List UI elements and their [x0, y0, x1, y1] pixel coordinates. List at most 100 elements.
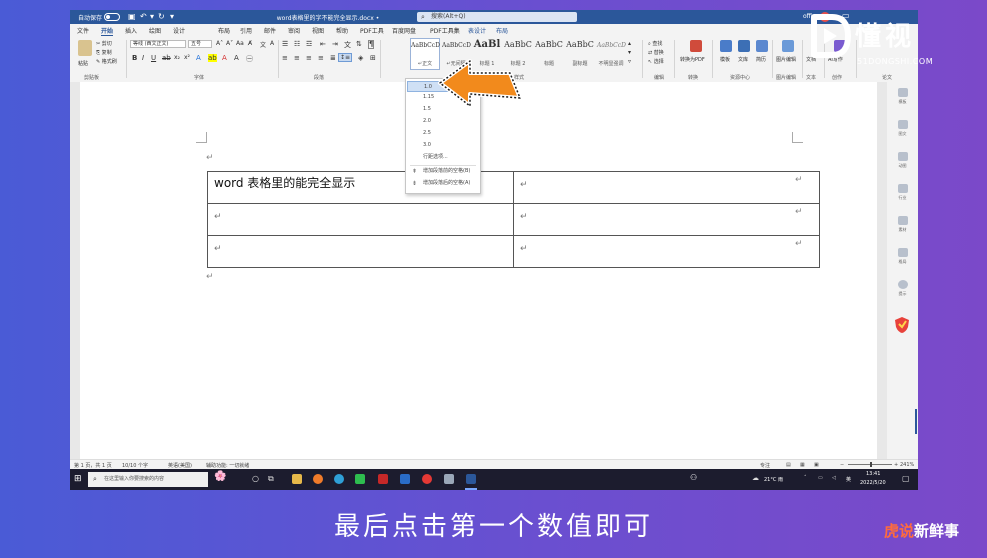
styles-more-icon[interactable]: ▿	[628, 58, 631, 65]
customize-toolbar-icon[interactable]: ▾	[170, 12, 174, 22]
taskbar-search[interactable]: ⌕ 在这里输入你要搜索的内容	[88, 472, 208, 487]
blue-app-icon[interactable]	[400, 474, 410, 484]
people-icon[interactable]: ⚇	[690, 473, 697, 482]
font-color-icon[interactable]: A	[222, 54, 227, 62]
zoom-level[interactable]: 241%	[900, 462, 914, 468]
enclose-char-icon[interactable]: ㊀	[246, 54, 253, 64]
cut-button[interactable]: ✂ 剪切	[96, 40, 112, 47]
style-normal[interactable]: AaBbCcD ↵正文	[410, 38, 440, 70]
text-effects-icon[interactable]: A	[196, 54, 201, 62]
windows-start-icon[interactable]: ⊞	[74, 474, 82, 484]
select-button[interactable]: ↖ 选择	[648, 58, 664, 65]
recorder-icon[interactable]	[422, 474, 432, 484]
document-table[interactable]: word 表格里的能完全显示 ↵ ↵ ↵ ↵ ↵	[207, 171, 820, 268]
pane-item-animation[interactable]: 动图	[887, 152, 918, 169]
phonetic-icon[interactable]: 文	[260, 40, 266, 49]
web-layout-icon[interactable]: ▣	[814, 462, 819, 468]
bold-icon[interactable]: B	[132, 54, 137, 62]
accessibility-status[interactable]: 辅助功能: 一切就绪	[206, 462, 249, 469]
subscript-icon[interactable]: x₂	[174, 54, 180, 61]
align-center-icon[interactable]: ≡	[294, 54, 300, 62]
tab-pdf-tools[interactable]: PDF工具	[360, 26, 384, 35]
tab-file[interactable]: 文件	[77, 26, 89, 35]
search-input[interactable]: ⌕ 搜索(Alt+Q)	[417, 12, 577, 22]
paste-button[interactable]: 粘贴	[78, 60, 88, 67]
clock-date[interactable]: 2022/5/20	[860, 480, 886, 486]
grow-font-icon[interactable]: A˄	[216, 40, 223, 47]
task-view-icon[interactable]: ○	[252, 474, 259, 483]
library-button[interactable]: 文库	[738, 56, 748, 63]
tray-up-icon[interactable]: ˄	[804, 475, 807, 481]
resume-button[interactable]: 简历	[756, 56, 766, 63]
image-edit-button[interactable]: 图片编辑	[776, 56, 796, 63]
font-size-select[interactable]: 五号	[188, 40, 212, 48]
save-icon[interactable]: ▣	[128, 12, 136, 22]
weather-text[interactable]: 21°C 雨	[764, 476, 783, 483]
template-button[interactable]: 模板	[720, 56, 730, 63]
tab-draw[interactable]: 绘图	[149, 26, 161, 35]
language-status[interactable]: 英语(美国)	[168, 462, 192, 469]
distribute-icon[interactable]: ≣	[330, 54, 336, 62]
align-right-icon[interactable]: ≡	[306, 54, 312, 62]
page-count[interactable]: 第 1 页，共 1 页	[74, 462, 112, 469]
paste-icon[interactable]	[78, 40, 92, 56]
focus-mode[interactable]: 专注	[760, 462, 770, 469]
styles-scroll-down-icon[interactable]: ▾	[628, 49, 631, 56]
format-painter-button[interactable]: ✎ 格式刷	[96, 58, 117, 65]
line-spacing-button[interactable]: ↕≡	[338, 53, 352, 62]
zoom-in-icon[interactable]: +	[894, 462, 898, 468]
tab-mailings[interactable]: 邮件	[264, 26, 276, 35]
borders-icon[interactable]: ⊞	[370, 54, 376, 62]
superscript-icon[interactable]: x²	[184, 54, 190, 61]
pane-item-tips[interactable]: 提示	[887, 280, 918, 297]
redo-icon[interactable]: ↻	[158, 12, 165, 22]
clear-format-icon[interactable]: A̸	[248, 40, 252, 47]
tab-view[interactable]: 视图	[312, 26, 324, 35]
copy-button[interactable]: ⎘ 复制	[96, 49, 112, 56]
tab-layout[interactable]: 布局	[218, 26, 230, 35]
table-cell[interactable]: ↵	[207, 203, 514, 236]
decrease-indent-icon[interactable]: ⇤	[320, 40, 326, 48]
resume-icon[interactable]	[756, 40, 768, 52]
tab-pdf-toolset[interactable]: PDF工具集	[430, 26, 460, 35]
zoom-slider-thumb[interactable]	[870, 462, 872, 467]
tab-design[interactable]: 设计	[173, 26, 185, 35]
read-mode-icon[interactable]: ▤	[786, 462, 791, 468]
word-count[interactable]: 10/10 个字	[122, 462, 148, 469]
numbering-icon[interactable]: ☷	[294, 40, 300, 48]
tab-baidu-netdisk[interactable]: 百度网盘	[392, 26, 416, 35]
undo-dropdown-icon[interactable]: ▾	[150, 12, 154, 22]
font-name-select[interactable]: 等线 (西文正文)	[130, 40, 186, 48]
shading-fill-icon[interactable]: ◈	[358, 54, 363, 62]
tab-home[interactable]: 开始	[101, 26, 114, 36]
file-explorer-icon[interactable]	[292, 474, 302, 484]
print-layout-icon[interactable]: ▦	[800, 462, 805, 468]
find-button[interactable]: ⌕ 查找	[648, 40, 662, 47]
weather-icon[interactable]: ☁	[752, 474, 759, 482]
ime-indicator[interactable]: 英	[846, 476, 851, 483]
add-space-before-item[interactable]: 增加段落前的空格(B)	[407, 166, 479, 177]
underline-icon[interactable]: U	[151, 54, 156, 62]
zoom-out-icon[interactable]: −	[840, 462, 844, 468]
line-spacing-options-link[interactable]: 行距选项...	[407, 152, 479, 163]
shading-icon[interactable]: A	[234, 54, 239, 62]
style-title[interactable]: AaBbC 标题	[534, 38, 564, 70]
pdf-convert-icon[interactable]	[690, 40, 702, 52]
line-spacing-option-3-0[interactable]: 3.0	[407, 140, 479, 151]
multilevel-list-icon[interactable]: ☲	[306, 40, 312, 48]
network-icon[interactable]: ▭	[818, 475, 823, 481]
wechat-icon[interactable]	[355, 474, 365, 484]
pane-item-layout[interactable]: 格局	[887, 248, 918, 265]
bullets-icon[interactable]: ☰	[282, 40, 288, 48]
cortana-art-icon[interactable]: 🌸	[214, 471, 226, 482]
add-space-after-item[interactable]: 增加段落后的空格(A)	[407, 178, 479, 189]
sort-icon[interactable]: ⇅	[356, 40, 362, 48]
edge-icon[interactable]	[334, 474, 344, 484]
image-edit-icon[interactable]	[782, 40, 794, 52]
tab-help[interactable]: 帮助	[336, 26, 348, 35]
tab-insert[interactable]: 插入	[125, 26, 137, 35]
shrink-font-icon[interactable]: A˅	[226, 40, 233, 47]
char-border-icon[interactable]: A	[270, 40, 274, 47]
red-app-icon[interactable]	[378, 474, 388, 484]
undo-icon[interactable]: ↶	[140, 12, 147, 22]
